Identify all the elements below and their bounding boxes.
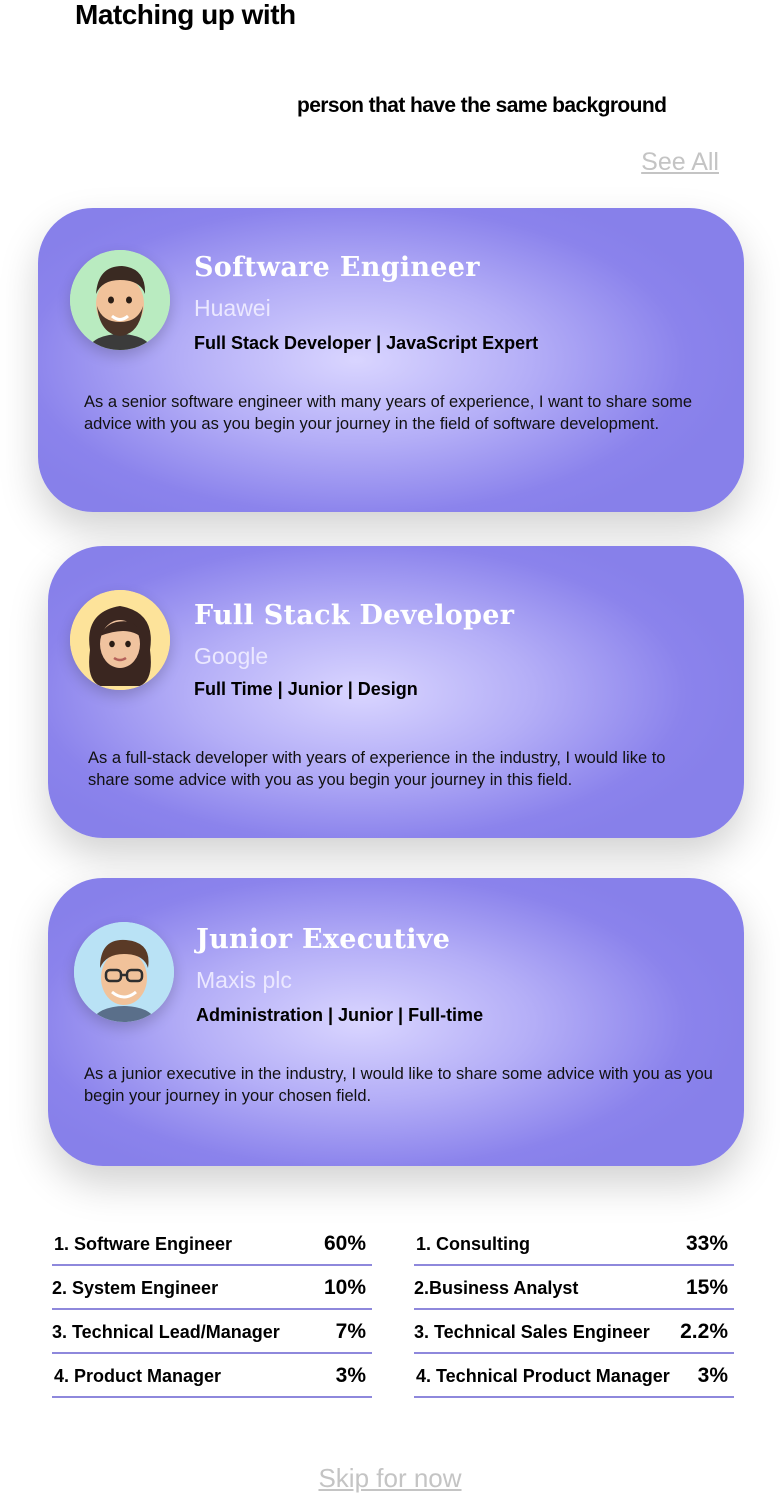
stat-value: 2.2% bbox=[680, 1320, 728, 1343]
see-all-link[interactable]: See All bbox=[641, 146, 719, 178]
stat-label: 2.Business Analyst bbox=[414, 1278, 579, 1298]
page-title: Matching up with bbox=[75, 0, 296, 30]
stat-row: 2.Business Analyst 15% bbox=[414, 1266, 734, 1310]
stat-label: 4. Technical Product Manager bbox=[416, 1366, 670, 1386]
card-company: Maxis plc bbox=[196, 967, 292, 993]
stat-value: 60% bbox=[323, 1232, 366, 1255]
stats-left-list: 1. Software Engineer 60% 2. System Engin… bbox=[52, 1222, 372, 1398]
stat-value: 7% bbox=[335, 1320, 366, 1343]
card-description: As a junior executive in the industry, I… bbox=[84, 1065, 713, 1105]
stat-label: 1. Software Engineer bbox=[54, 1234, 233, 1254]
stat-value: 15% bbox=[685, 1276, 728, 1299]
card-title: Software Engineer bbox=[194, 252, 480, 283]
card-company: Google bbox=[194, 643, 269, 669]
skip-for-now-link[interactable]: Skip for now bbox=[0, 1462, 780, 1494]
card-tags: Administration | Junior | Full-time bbox=[196, 1005, 484, 1025]
mentor-card-junior-executive[interactable]: Junior Executive Maxis plc Administratio… bbox=[48, 878, 744, 1166]
page-subtitle: person that have the same background bbox=[297, 94, 667, 117]
stat-label: 3. Technical Sales Engineer bbox=[414, 1322, 650, 1342]
man-with-glasses-avatar-icon bbox=[74, 922, 174, 1022]
stat-value: 3% bbox=[697, 1364, 728, 1387]
stat-row: 3. Technical Sales Engineer 2.2% bbox=[414, 1310, 734, 1354]
card-description: As a full-stack developer with years of … bbox=[88, 749, 666, 789]
stat-label: 3. Technical Lead/Manager bbox=[52, 1322, 280, 1342]
stat-row: 1. Consulting 33% bbox=[414, 1222, 734, 1266]
mentor-card-full-stack-developer[interactable]: Full Stack Developer Google Full Time | … bbox=[48, 546, 744, 838]
stat-label: 2. System Engineer bbox=[52, 1278, 219, 1298]
stat-row: 4. Technical Product Manager 3% bbox=[414, 1354, 734, 1398]
stat-value: 10% bbox=[323, 1276, 366, 1299]
bearded-man-avatar-icon bbox=[70, 250, 170, 350]
stat-row: 3. Technical Lead/Manager 7% bbox=[52, 1310, 372, 1354]
mentor-card-software-engineer[interactable]: Software Engineer Huawei Full Stack Deve… bbox=[38, 208, 744, 512]
card-company: Huawei bbox=[194, 295, 271, 321]
stat-label: 4. Product Manager bbox=[54, 1366, 222, 1386]
stat-row: 1. Software Engineer 60% bbox=[52, 1222, 372, 1266]
stat-value: 3% bbox=[335, 1364, 366, 1387]
card-tags: Full Time | Junior | Design bbox=[194, 679, 418, 699]
stat-label: 1. Consulting bbox=[416, 1234, 530, 1254]
stats-right-list: 1. Consulting 33% 2.Business Analyst 15%… bbox=[414, 1222, 734, 1398]
card-tags: Full Stack Developer | JavaScript Expert bbox=[194, 333, 539, 353]
woman-avatar-icon bbox=[70, 590, 170, 690]
stat-row: 2. System Engineer 10% bbox=[52, 1266, 372, 1310]
card-description: As a senior software engineer with many … bbox=[84, 393, 693, 433]
stat-row: 4. Product Manager 3% bbox=[52, 1354, 372, 1398]
card-title: Full Stack Developer bbox=[194, 600, 515, 631]
card-title: Junior Executive bbox=[196, 924, 451, 955]
stat-value: 33% bbox=[685, 1232, 728, 1255]
